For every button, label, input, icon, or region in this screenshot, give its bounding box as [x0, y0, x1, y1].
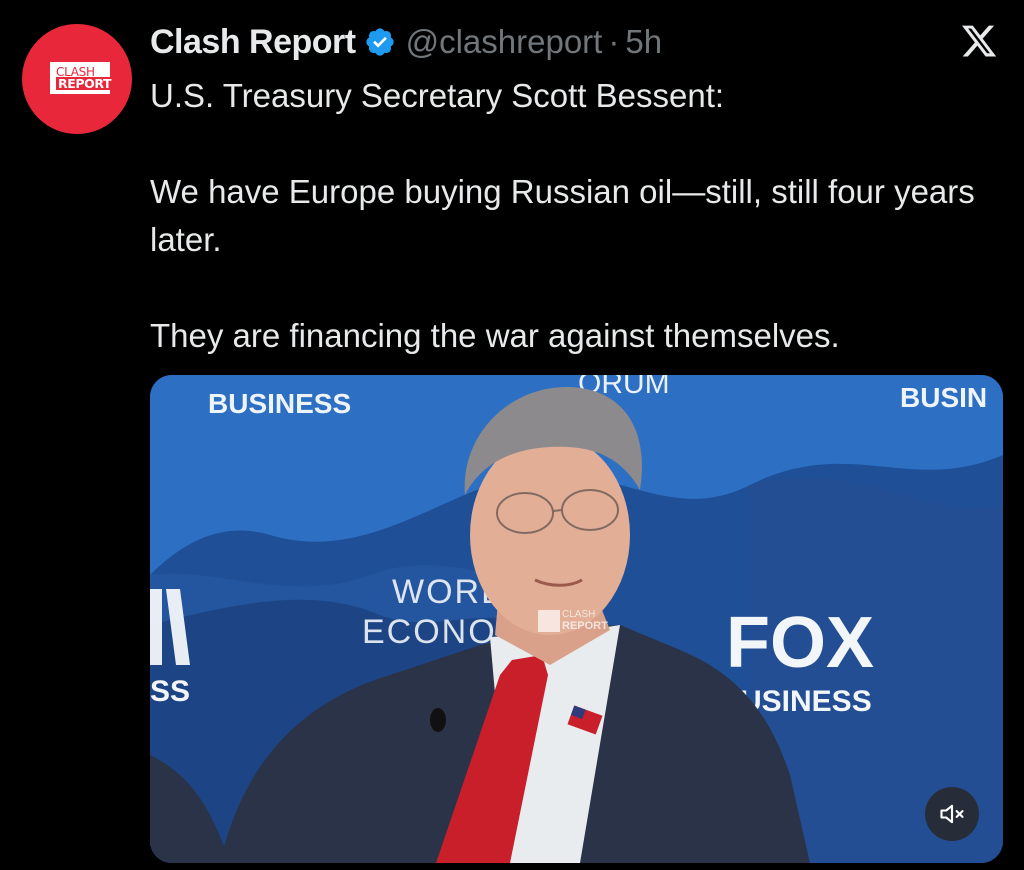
- tweet-header: Clash Report @clashreport · 5h: [150, 20, 662, 64]
- tweet-body: U.S. Treasury Secretary Scott Bessent: W…: [150, 72, 1010, 360]
- backdrop-economic: ECONO: [362, 613, 497, 651]
- tweet-text-quote: We have Europe buying Russian oil—still,…: [150, 173, 975, 258]
- backdrop-fox: FOX: [726, 603, 874, 683]
- x-logo-icon[interactable]: [960, 22, 998, 60]
- watermark-report: REPORT: [562, 620, 608, 632]
- tweet-text-line1: U.S. Treasury Secretary Scott Bessent:: [150, 77, 725, 114]
- avatar-text-report: REPORT: [56, 76, 114, 91]
- tweet-text-conclusion: They are financing the war against thems…: [150, 317, 840, 354]
- tweet: CLASH REPORT Clash Report @clashreport ·…: [0, 0, 1024, 870]
- avatar-logo-plate: CLASH REPORT: [50, 62, 114, 94]
- backdrop-business-top-left: BUSINESS: [208, 388, 351, 419]
- separator: ·: [608, 23, 620, 60]
- backdrop-business-top-right: BUSIN: [900, 382, 987, 413]
- video-frame: BUSINESS ORUM BUSIN WORL ECONO FOX USINE…: [150, 375, 1003, 863]
- display-name[interactable]: Clash Report: [150, 23, 356, 62]
- speaker-muted-icon: [940, 804, 964, 824]
- watermark-clash: CLASH: [562, 609, 595, 620]
- avatar[interactable]: CLASH REPORT: [22, 24, 132, 134]
- timestamp[interactable]: 5h: [625, 23, 662, 61]
- handle[interactable]: @clashreport: [406, 23, 603, 61]
- video-player[interactable]: BUSINESS ORUM BUSIN WORL ECONO FOX USINE…: [150, 375, 1003, 863]
- backdrop-ss-left: SS: [150, 675, 190, 708]
- verified-badge-icon: [365, 28, 394, 56]
- mute-button[interactable]: [925, 787, 979, 841]
